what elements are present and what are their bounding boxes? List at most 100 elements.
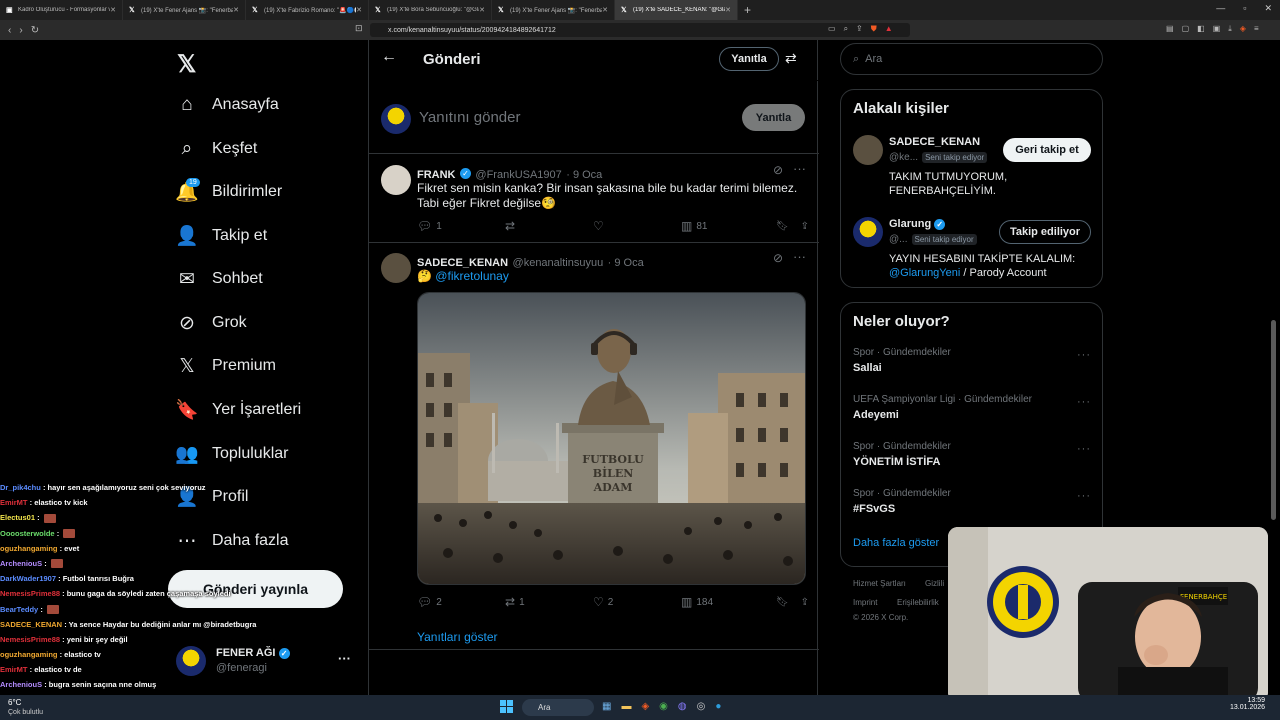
footer-link[interactable]: Imprint (853, 598, 877, 607)
new-tab-button[interactable]: + (744, 3, 751, 17)
show-replies-link[interactable]: Yanıtları göster (417, 630, 497, 644)
zoom-icon[interactable]: ⌕ (844, 24, 848, 34)
reader-icon[interactable]: ▤ (1166, 24, 1174, 34)
trend-item[interactable]: YÖNETİM İSTİFA (853, 456, 940, 468)
forward-icon[interactable]: › (19, 25, 22, 36)
views-action[interactable]: ▥ 81 (681, 219, 773, 233)
menu-icon[interactable]: ≡ (1254, 24, 1259, 34)
tweet-frank[interactable]: FRANK ✓ @FrankUSA1907 · 9 Oca ⊘ ··· Fikr… (369, 155, 819, 243)
close-tab-icon[interactable]: ✕ (233, 6, 239, 14)
nav-item-grok[interactable]: ⊘ Grok (176, 306, 247, 340)
browser-tab[interactable]: 𝕏 (19) X'te Fabrizio Romano: "🚨🔵⚪ ✕ (246, 0, 369, 20)
downloads-icon[interactable]: ⤓ (1228, 24, 1232, 34)
back-icon[interactable]: ‹ (8, 25, 11, 36)
reload-icon[interactable]: ↻ (31, 25, 39, 36)
nav-item-keşfet[interactable]: ⌕ Keşfet (176, 132, 258, 166)
show-more-link[interactable]: Daha fazla göster (853, 537, 939, 549)
weather-widget[interactable]: 6°C Çok bulutlu (8, 698, 43, 716)
discord-icon[interactable]: ◍ (678, 701, 687, 712)
following-button[interactable]: Takip ediliyor (999, 220, 1091, 244)
browser-tab[interactable]: 𝕏 (19) X'te Fener Ajans 📸: "Fenerbahçe✕ (123, 0, 246, 20)
search-input[interactable]: ⌕ Ara (840, 43, 1103, 75)
close-tab-icon[interactable]: ✕ (356, 6, 362, 14)
nav-item-bildirimler[interactable]: 🔔 19 Bildirimler (175, 175, 282, 209)
retweet-action[interactable]: ⇄ (505, 219, 593, 233)
x-logo-icon[interactable]: 𝕏 (177, 50, 196, 79)
reply-action[interactable]: 💬︎ 1 (417, 219, 505, 233)
views-action[interactable]: ▥ 184 (681, 595, 773, 609)
more-dots-icon[interactable]: ··· (1077, 443, 1091, 455)
more-dots-icon[interactable]: ··· (793, 249, 806, 264)
nav-item-topluluklar[interactable]: 👥 Topluluklar (175, 437, 288, 471)
brave-shield-icon[interactable]: ⛊ (871, 24, 877, 34)
sidebar-icon[interactable]: ◧ (1197, 24, 1205, 34)
nav-item-takip-et[interactable]: 👤 Takip et (175, 219, 267, 253)
taskview-icon[interactable]: ▦ (602, 701, 611, 712)
trend-item[interactable]: Adeyemi (853, 409, 899, 421)
like-action[interactable]: ♡ 2 (593, 595, 681, 609)
browser-tab[interactable]: 𝕏 (19) X'te Bora Sebuncuoğlu: "@Glaru ✕ (369, 0, 492, 20)
chrome-icon[interactable]: ◉ (659, 701, 668, 712)
mention-link[interactable]: @fikretolunay (435, 269, 509, 283)
rewards-icon[interactable]: ▲ (885, 24, 893, 34)
obs-icon[interactable]: ◎ (697, 701, 706, 712)
share-icon[interactable]: ⇪ (801, 221, 809, 232)
screen-icon[interactable]: ▭ (828, 24, 836, 34)
share-icon[interactable]: ⇪ (801, 597, 809, 608)
taskbar-search[interactable]: Ara (522, 699, 594, 716)
close-tab-icon[interactable]: ✕ (602, 6, 608, 14)
tweet-image[interactable]: FUTBOLU BİLEN ADAM (417, 292, 806, 585)
scrollbar[interactable] (1271, 320, 1276, 520)
back-arrow-icon[interactable]: ← (381, 48, 397, 66)
bookmark-icon[interactable]: 🔖︎ (776, 221, 789, 232)
follow-back-button[interactable]: Geri takip et (1003, 138, 1091, 162)
grok-icon[interactable]: ⊘ (773, 163, 783, 177)
more-dots-icon[interactable]: ··· (1077, 490, 1091, 502)
nav-item-yer-i̇şaretleri[interactable]: 🔖 Yer İşaretleri (175, 393, 301, 427)
browser-tab[interactable]: 𝕏 (19) X'te Fener Ajans 📸: "Fenerbahçe✕ (492, 0, 615, 20)
more-dots-icon[interactable]: ··· (1077, 396, 1091, 408)
more-dots-icon[interactable]: ··· (338, 651, 351, 666)
filter-icon[interactable]: ⇄ (785, 50, 797, 67)
browser-tab[interactable]: 𝕏 (19) X'te SADECE_KENAN: "@Glar ✕ (615, 0, 738, 20)
bookmark-page-icon[interactable]: ⊡ (355, 23, 363, 34)
more-dots-icon[interactable]: ··· (1077, 349, 1091, 361)
reply-submit-button[interactable]: Yanıtla (742, 104, 805, 131)
header-reply-button[interactable]: Yanıtla (719, 47, 779, 71)
share-icon[interactable]: ⇪ (856, 24, 863, 34)
bio-link[interactable]: @GlarungYeni (889, 267, 960, 279)
browser-tab[interactable]: ▣ Kadro Oluşturucu - Formasyonlar ve ✕ (0, 0, 123, 20)
bookmark-icon[interactable]: 🔖︎ (776, 597, 789, 608)
more-dots-icon[interactable]: ··· (793, 161, 806, 176)
maximize-button[interactable]: ▫ (1243, 3, 1246, 14)
footer-link[interactable]: Erişilebilirlik (897, 598, 939, 607)
nav-item-premium[interactable]: 𝕏 Premium (176, 349, 276, 383)
like-action[interactable]: ♡ (593, 219, 681, 233)
footer-link[interactable]: Gizlili (925, 579, 944, 588)
close-window-button[interactable]: ✕ (1264, 3, 1272, 14)
extension-icon[interactable]: ▣ (1213, 24, 1221, 34)
close-tab-icon[interactable]: ✕ (110, 6, 116, 14)
reply-input[interactable]: Yanıtını gönder (419, 109, 520, 126)
windows-start-icon[interactable] (500, 700, 514, 714)
brave-icon[interactable]: ◈ (1240, 24, 1246, 34)
grok-icon[interactable]: ⊘ (773, 251, 783, 265)
file-explorer-icon[interactable]: ▬ (621, 701, 631, 712)
close-tab-icon[interactable]: ✕ (725, 6, 731, 14)
wallet-icon[interactable]: ▢ (1182, 24, 1190, 34)
tweet-kenan[interactable]: SADECE_KENAN @kenanaltinsuyuu · 9 Oca ⊘ … (369, 245, 819, 650)
retweet-action[interactable]: ⇄ 1 (505, 595, 593, 609)
heart-icon: ♡ (593, 219, 604, 233)
clock[interactable]: 13:59 13.01.2026 (1230, 697, 1265, 711)
close-tab-icon[interactable]: ✕ (479, 6, 485, 14)
trend-item[interactable]: #FSvGS (853, 503, 895, 515)
brave-taskbar-icon[interactable]: ◈ (641, 701, 649, 712)
app-icon[interactable]: ● (715, 701, 721, 712)
nav-item-anasayfa[interactable]: ⌂ Anasayfa (176, 88, 278, 122)
trend-item[interactable]: Sallai (853, 362, 882, 374)
chat-message: oguzhangaming : evet (0, 541, 260, 556)
footer-link[interactable]: Hizmet Şartları (853, 579, 906, 588)
minimize-button[interactable]: — (1216, 3, 1225, 14)
nav-item-sohbet[interactable]: ✉ Sohbet (176, 262, 263, 296)
reply-action[interactable]: 💬︎ 2 (417, 595, 505, 609)
